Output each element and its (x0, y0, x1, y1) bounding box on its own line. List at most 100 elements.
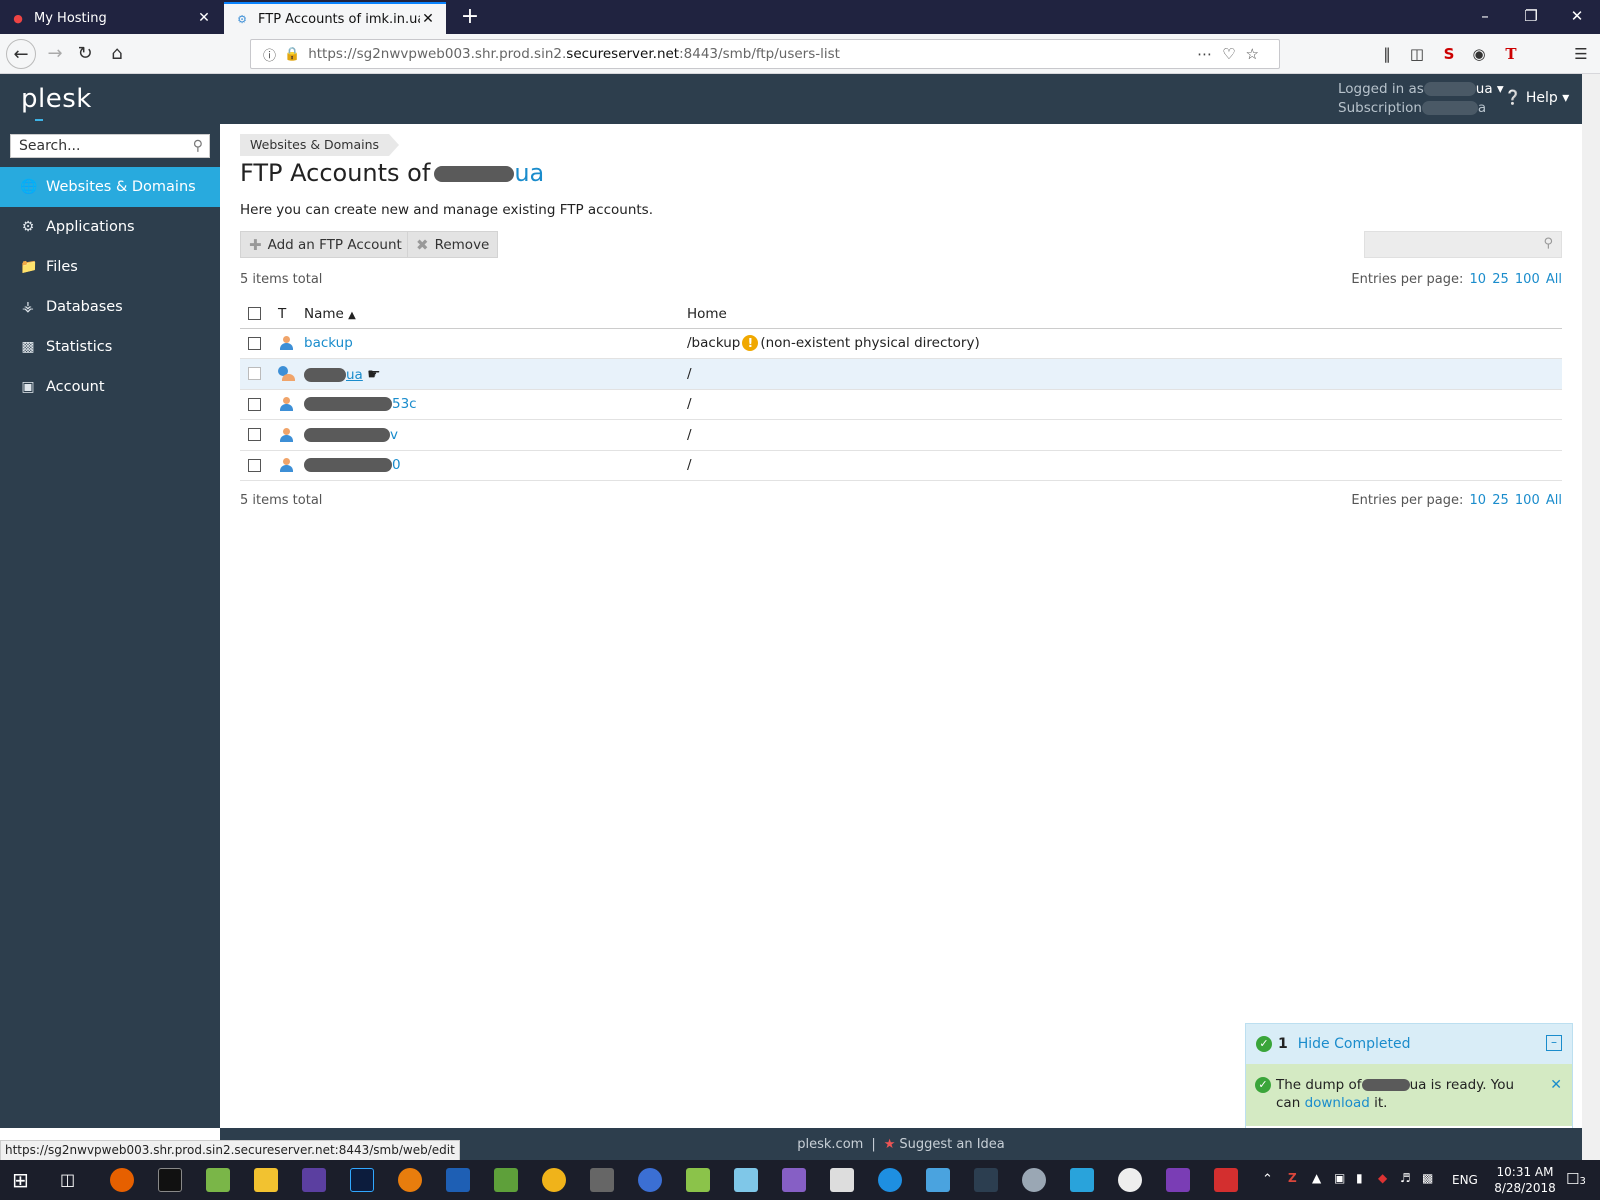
window-close-icon[interactable]: ✕ (1554, 0, 1600, 34)
entries-option-100[interactable]: 100 (1515, 272, 1540, 287)
add-ftp-account-button[interactable]: ✚ Add an FTP Account (240, 231, 411, 258)
windows-start-icon[interactable]: ⊞ (12, 1168, 36, 1192)
app-icon[interactable] (206, 1168, 230, 1192)
sidebar-item-applications[interactable]: ⚙ Applications (0, 207, 220, 247)
entries-option-all[interactable]: All (1546, 272, 1562, 287)
tab-my-hosting[interactable]: ● My Hosting ✕ (0, 2, 222, 34)
network-icon[interactable]: ▣ (1334, 1171, 1345, 1185)
minimize-icon[interactable]: – (1462, 0, 1508, 34)
row-checkbox[interactable] (248, 397, 261, 411)
search-icon[interactable]: ⚲ (1543, 236, 1553, 251)
app-icon[interactable] (686, 1168, 710, 1192)
entries-option-10[interactable]: 10 (1470, 272, 1487, 287)
ftp-account-link[interactable]: 0 (392, 457, 401, 473)
app-icon[interactable] (1214, 1168, 1238, 1192)
subscription-selector[interactable]: Subscription a (1338, 100, 1486, 116)
plesk-logo[interactable]: plesk (21, 84, 92, 121)
sidebar-item-websites-domains[interactable]: 🌐 Websites & Domains (0, 167, 220, 207)
table-search-input[interactable]: ⚲ (1364, 231, 1562, 258)
suggest-idea-link[interactable]: Suggest an Idea (899, 1137, 1004, 1152)
entries-option-all[interactable]: All (1546, 493, 1562, 508)
logged-in-as[interactable]: Logged in as ua ▾ (1338, 81, 1504, 97)
vertical-scrollbar[interactable] (1582, 74, 1600, 1160)
search-icon[interactable]: ⚲ (193, 138, 203, 154)
help-menu[interactable]: ❔ Help ▾ (1504, 90, 1569, 106)
close-icon[interactable]: ✕ (1550, 1076, 1562, 1094)
remove-button[interactable]: ✖ Remove (407, 231, 499, 258)
column-header-home[interactable]: Home (687, 300, 1562, 329)
ftp-account-link[interactable]: 53c (392, 396, 417, 412)
ftp-account-link[interactable]: v (390, 427, 398, 443)
firefox-icon[interactable] (110, 1168, 134, 1192)
library-icon[interactable]: ‖ (1376, 43, 1398, 65)
minimize-panel-icon[interactable]: – (1546, 1035, 1562, 1051)
clock[interactable]: 10:31 AM 8/28/2018 (1490, 1164, 1560, 1196)
language-indicator[interactable]: ENG (1452, 1173, 1478, 1187)
entries-option-25[interactable]: 25 (1492, 272, 1509, 287)
row-checkbox[interactable] (248, 367, 261, 381)
home-icon[interactable]: ⌂ (102, 39, 132, 69)
app-icon[interactable] (734, 1168, 758, 1192)
entries-option-100[interactable]: 100 (1515, 493, 1540, 508)
app-icon[interactable] (926, 1168, 950, 1192)
new-tab-button[interactable]: + (456, 4, 484, 32)
blender-icon[interactable] (398, 1168, 422, 1192)
bookmark-star-icon[interactable]: ☆ (1246, 45, 1269, 63)
sidebar-item-account[interactable]: ▣ Account (0, 367, 220, 407)
tools-icon[interactable] (590, 1168, 614, 1192)
app-icon[interactable] (1022, 1168, 1046, 1192)
column-header-type[interactable]: T (268, 300, 304, 329)
close-tab-icon[interactable]: ✕ (420, 11, 436, 27)
app-icon[interactable] (1070, 1168, 1094, 1192)
download-link[interactable]: download (1305, 1095, 1370, 1111)
breadcrumb[interactable]: Websites & Domains (240, 134, 400, 156)
task-view-icon[interactable]: ◫ (60, 1168, 84, 1192)
close-tab-icon[interactable]: ✕ (196, 10, 212, 26)
terminal-icon[interactable] (158, 1168, 182, 1192)
page-title-domain[interactable]: ua (514, 159, 544, 187)
filezilla-tray-icon[interactable]: Z (1288, 1171, 1297, 1185)
pocket-icon[interactable]: ♡ (1222, 45, 1245, 63)
entries-option-25[interactable]: 25 (1492, 493, 1509, 508)
row-checkbox[interactable] (248, 428, 261, 442)
forward-arrow-icon[interactable]: → (40, 39, 70, 69)
reload-icon[interactable]: ↻ (70, 39, 100, 69)
row-checkbox[interactable] (248, 336, 261, 350)
restore-icon[interactable]: ❐ (1508, 0, 1554, 34)
app-icon[interactable] (446, 1168, 470, 1192)
url-bar[interactable]: ⓘ 🔒 https://sg2nwvpweb003.shr.prod.sin2.… (250, 39, 1280, 69)
select-all-checkbox[interactable] (248, 307, 261, 321)
extension-s-icon[interactable]: S (1438, 43, 1460, 65)
ftp-account-link[interactable]: backup (304, 335, 353, 351)
security-icon[interactable]: ◆ (1378, 1171, 1387, 1185)
action-center-icon[interactable]: ☐3 (1566, 1170, 1586, 1188)
app-icon[interactable] (494, 1168, 518, 1192)
sidebar-toggle-icon[interactable]: ◫ (1406, 43, 1428, 65)
plesk-com-link[interactable]: plesk.com (797, 1137, 863, 1152)
column-header-name[interactable]: Name ▲ (304, 300, 687, 329)
calendar-icon[interactable] (830, 1168, 854, 1192)
info-icon[interactable]: ⓘ (263, 45, 276, 64)
sidebar-item-statistics[interactable]: ▩ Statistics (0, 327, 220, 367)
app-icon[interactable] (542, 1168, 566, 1192)
app-icon[interactable] (638, 1168, 662, 1192)
volume-icon[interactable]: ♬ (1400, 1171, 1411, 1185)
sidebar-search-input[interactable]: Search... ⚲ (10, 134, 210, 158)
hide-completed-link[interactable]: Hide Completed (1298, 1036, 1411, 1052)
battery-icon[interactable]: ▮ (1356, 1171, 1363, 1185)
save-app-icon[interactable] (302, 1168, 326, 1192)
tray-chevron-up-icon[interactable]: ⌃ (1262, 1172, 1273, 1187)
sidebar-item-files[interactable]: 📁 Files (0, 247, 220, 287)
ftp-account-link[interactable]: ua (346, 367, 363, 383)
hamburger-menu-icon[interactable]: ☰ (1570, 43, 1592, 65)
tab-ftp-accounts[interactable]: ⚙ FTP Accounts of imk.in.ua - Ple ✕ (224, 2, 446, 34)
sidebar-item-databases[interactable]: ⚶ Databases (0, 287, 220, 327)
extension-t-icon[interactable]: T (1500, 43, 1522, 65)
tray-icon[interactable]: ▲ (1312, 1171, 1321, 1185)
photoshop-icon[interactable] (350, 1168, 374, 1192)
visual-studio-icon[interactable] (782, 1168, 806, 1192)
account-circle-icon[interactable]: ◉ (1468, 43, 1490, 65)
more-icon[interactable]: ⋯ (1197, 45, 1222, 63)
app-icon[interactable] (974, 1168, 998, 1192)
entries-option-10[interactable]: 10 (1470, 493, 1487, 508)
